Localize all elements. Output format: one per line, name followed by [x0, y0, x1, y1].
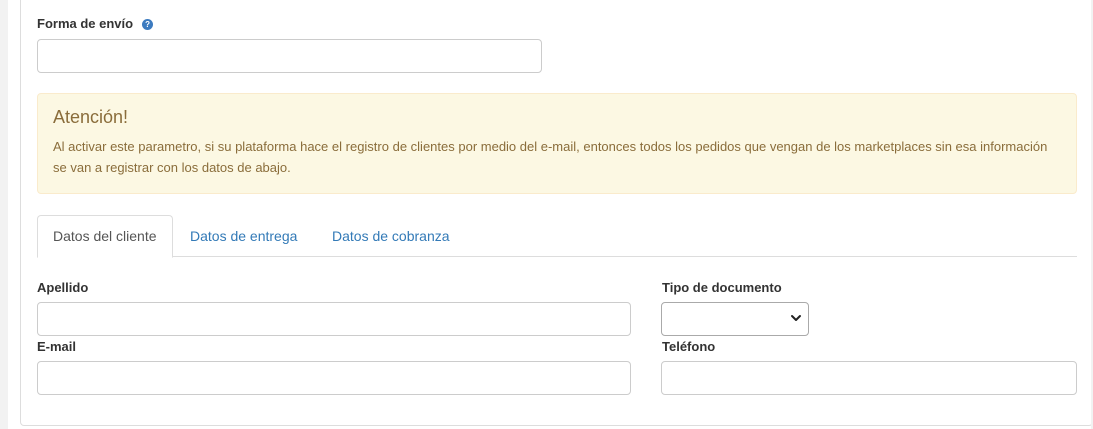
email-input[interactable] [37, 361, 631, 395]
tab-datos-del-cliente[interactable]: Datos del cliente [37, 215, 173, 258]
alert-title: Atención! [53, 107, 129, 127]
tab-datos-de-cobranza[interactable]: Datos de cobranza [317, 215, 465, 257]
tipo-documento-select[interactable] [661, 302, 809, 336]
email-label: E-mail [37, 339, 77, 354]
apellido-input[interactable] [37, 302, 631, 336]
page-background-left [0, 0, 8, 429]
alert-message: Al activar este parametro, si su platafo… [53, 139, 1048, 175]
shipping-method-input[interactable] [37, 39, 542, 73]
chevron-down-icon [791, 315, 801, 321]
apellido-label: Apellido [37, 280, 89, 295]
tipo-documento-label: Tipo de documento [662, 280, 782, 295]
shipping-method-label: Forma de envío? [37, 16, 154, 31]
warning-alert: Atención! Al activar este parametro, si … [37, 93, 1077, 194]
telefono-input[interactable] [661, 361, 1077, 395]
help-icon[interactable]: ? [142, 19, 154, 30]
shipping-method-label-text: Forma de envío [37, 16, 134, 31]
tab-bar: Datos del cliente Datos de entrega Datos… [37, 215, 1077, 258]
telefono-label: Teléfono [662, 339, 716, 354]
tab-datos-de-entrega[interactable]: Datos de entrega [175, 215, 312, 257]
